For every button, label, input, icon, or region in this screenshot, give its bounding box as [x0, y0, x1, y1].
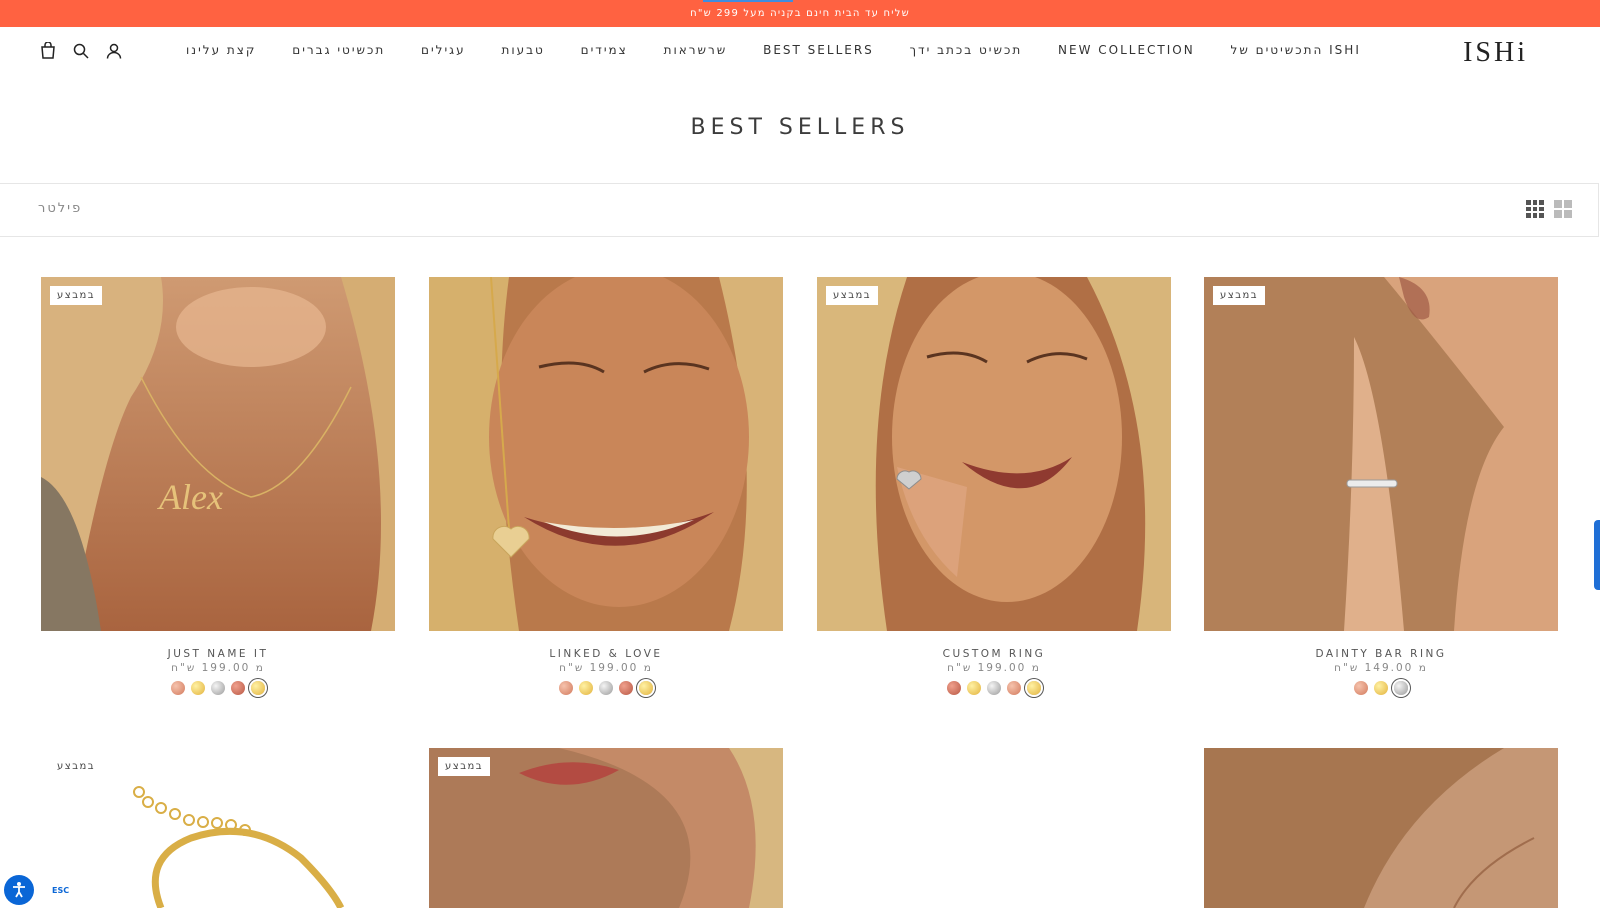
swatch-silver[interactable] [599, 681, 613, 695]
nav-item-rings[interactable]: טבעות [501, 43, 544, 57]
nav-item-new-collection[interactable]: NEW COLLECTION [1058, 43, 1195, 57]
product-price: מ 199.00 ש"ח [947, 662, 1041, 674]
announcement-bar: שליח עד הבית חינם בקניה מעל 299 ש"ח [0, 0, 1600, 27]
nav-item-mens-jewelry[interactable]: תכשיטי גברים [292, 43, 385, 57]
product-card[interactable]: במבצע [429, 748, 783, 908]
product-card[interactable] [1204, 748, 1558, 908]
product-price: מ 199.00 ש"ח [171, 662, 265, 674]
swatch-gold[interactable] [1374, 681, 1388, 695]
account-icon[interactable] [104, 41, 123, 60]
nav-item-handwriting[interactable]: תכשיט בכתב ידך [910, 43, 1023, 57]
announcement-text: שליח עד הבית חינם בקניה מעל 299 ש"ח [690, 8, 910, 19]
product-image[interactable]: במבצע [41, 748, 395, 908]
product-name[interactable]: LINKED & LOVE [429, 648, 783, 660]
swatch-gold-selected[interactable] [639, 681, 653, 695]
product-card[interactable]: במבצע DAINTY BAR RING מ 149.00 ש"ח [1204, 277, 1558, 695]
swatch-rose-gold[interactable] [559, 681, 573, 695]
product-image[interactable]: במבצע [1204, 277, 1558, 631]
swatch-silver-selected[interactable] [1394, 681, 1408, 695]
grid-toggles [1526, 200, 1572, 218]
cart-icon[interactable] [38, 41, 57, 60]
sale-badge: במבצע [438, 757, 491, 776]
side-widget-tab[interactable] [1594, 520, 1600, 590]
product-price: מ 199.00 ש"ח [559, 662, 653, 674]
product-name[interactable]: DAINTY BAR RING [1204, 648, 1558, 660]
nav-item-earrings[interactable]: עגילים [421, 43, 466, 57]
swatch-gold[interactable] [967, 681, 981, 695]
nav-item-bracelets[interactable]: צמידים [581, 43, 628, 57]
accessibility-icon [13, 882, 25, 898]
product-image[interactable]: במבצע [429, 748, 783, 908]
swatch-copper[interactable] [619, 681, 633, 695]
product-image[interactable]: במבצע [817, 277, 1171, 631]
brand-logo[interactable]: ISHi [1463, 37, 1528, 69]
swatch-gold[interactable] [191, 681, 205, 695]
color-swatches [41, 681, 395, 695]
filter-button[interactable]: פילטר [38, 201, 82, 216]
product-name[interactable]: JUST NAME IT [41, 648, 395, 660]
product-name[interactable]: CUSTOM RING [817, 648, 1171, 660]
swatch-gold[interactable] [579, 681, 593, 695]
filter-bar: פילטר [0, 183, 1599, 237]
product-price: מ 149.00 ש"ח [1334, 662, 1428, 674]
product-card[interactable]: במבצע CUSTOM RING מ 199.00 ש"ח [817, 277, 1171, 695]
product-card[interactable]: במבצע [41, 748, 395, 908]
swatch-gold-selected[interactable] [1027, 681, 1041, 695]
page-title: BEST SELLERS [690, 115, 910, 140]
swatch-silver[interactable] [987, 681, 1001, 695]
accessibility-esc-label: ESC [52, 886, 70, 895]
swatch-rose-gold[interactable] [1007, 681, 1021, 695]
swatch-rose-gold[interactable] [171, 681, 185, 695]
nav-menu: התכשיטים של ISHI NEW COLLECTION תכשיט בכ… [186, 43, 1361, 57]
announcement-progress [703, 0, 793, 2]
swatch-rose-gold[interactable] [1354, 681, 1368, 695]
product-card[interactable]: Alex במבצע JUST NAME IT מ 199.00 ש"ח [41, 277, 395, 695]
product-image[interactable] [1204, 748, 1558, 908]
sale-badge: במבצע [826, 286, 879, 305]
main-header: התכשיטים של ISHI NEW COLLECTION תכשיט בכ… [0, 27, 1600, 77]
swatch-gold-selected[interactable] [251, 681, 265, 695]
swatch-copper[interactable] [947, 681, 961, 695]
sale-badge: במבצע [50, 286, 103, 305]
product-image[interactable] [429, 277, 783, 631]
svg-text:Alex: Alex [157, 477, 223, 517]
grid-3-icon[interactable] [1526, 200, 1544, 218]
search-icon[interactable] [71, 41, 90, 60]
nav-item-necklaces[interactable]: שרשראות [664, 43, 728, 57]
nav-item-ishi-jewelry[interactable]: התכשיטים של ISHI [1231, 43, 1361, 57]
swatch-silver[interactable] [211, 681, 225, 695]
accessibility-button[interactable] [4, 875, 34, 905]
color-swatches [429, 681, 783, 695]
header-icons [38, 41, 123, 60]
sale-badge: במבצע [57, 761, 96, 772]
product-image[interactable]: Alex במבצע [41, 277, 395, 631]
nav-item-about[interactable]: קצת עלינו [186, 43, 256, 57]
color-swatches [817, 681, 1171, 695]
product-card[interactable]: LINKED & LOVE מ 199.00 ש"ח [429, 277, 783, 695]
grid-2-icon[interactable] [1554, 200, 1572, 218]
color-swatches [1204, 681, 1558, 695]
sale-badge: במבצע [1213, 286, 1266, 305]
swatch-copper[interactable] [231, 681, 245, 695]
nav-item-best-sellers[interactable]: BEST SELLERS [763, 43, 874, 57]
